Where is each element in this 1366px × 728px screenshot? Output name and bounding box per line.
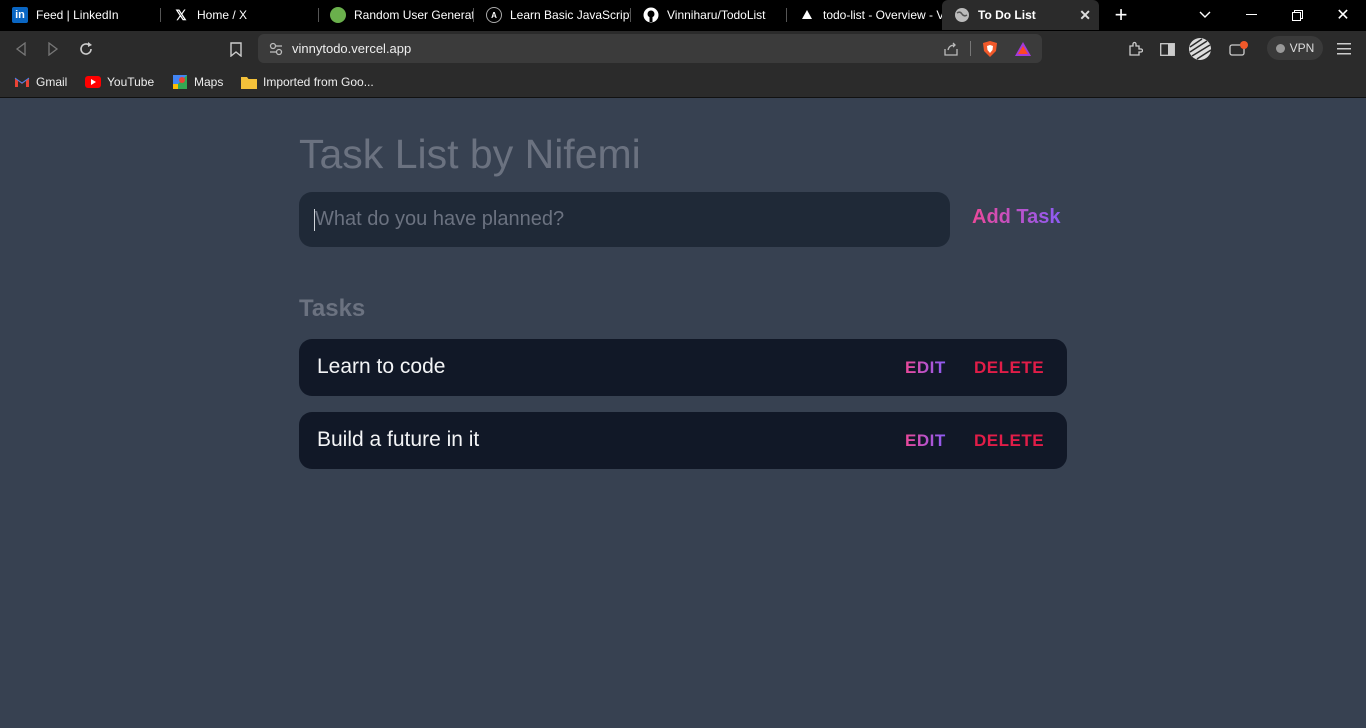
share-icon[interactable] bbox=[942, 40, 960, 58]
menu-button[interactable] bbox=[1331, 36, 1357, 62]
bookmark-youtube[interactable]: YouTube bbox=[85, 72, 154, 92]
bookmark-gmail[interactable]: Gmail bbox=[14, 72, 67, 92]
todo-app-page: Task List by Nifemi Add Task Tasks Learn… bbox=[0, 99, 1366, 728]
task-text: Build a future in it bbox=[317, 428, 480, 451]
linkedin-icon: in bbox=[12, 7, 28, 23]
bookmarks-bar: Gmail YouTube Maps Imported from Goo... bbox=[0, 66, 1366, 98]
striped-circle-icon bbox=[1189, 38, 1212, 60]
back-arrow-icon bbox=[15, 42, 26, 56]
bookmark-label: YouTube bbox=[107, 75, 155, 89]
wallet-button[interactable] bbox=[1226, 36, 1252, 62]
task-text: Learn to code bbox=[317, 355, 446, 378]
close-window-button[interactable]: ✕ bbox=[1320, 0, 1366, 30]
task-item: Build a future in it EDIT DELETE bbox=[299, 412, 1067, 469]
url-text: vinnytodo.vercel.app bbox=[292, 41, 412, 56]
hamburger-menu-icon bbox=[1337, 43, 1351, 55]
task-item: Learn to code EDIT DELETE bbox=[299, 339, 1067, 396]
tab-title: Learn Basic JavaScript bbox=[510, 8, 630, 22]
reload-icon bbox=[80, 42, 92, 55]
reload-button[interactable] bbox=[73, 36, 99, 62]
sidebar-icon bbox=[1159, 42, 1175, 56]
brave-rewards-icon[interactable] bbox=[1014, 40, 1032, 58]
tab-title: Vinniharu/TodoList bbox=[667, 8, 766, 22]
tab-random-user[interactable]: Random User Generat bbox=[318, 0, 473, 30]
new-task-input[interactable] bbox=[299, 192, 950, 247]
vpn-status-icon bbox=[1275, 43, 1285, 53]
text-cursor bbox=[314, 209, 315, 231]
tab-title: todo-list - Overview - V bbox=[823, 8, 942, 22]
x-icon: 𝕏 bbox=[175, 6, 187, 23]
tab-title: Home / X bbox=[197, 8, 248, 22]
js-course-icon: A bbox=[486, 7, 502, 23]
address-bar[interactable]: vinnytodo.vercel.app bbox=[258, 34, 1042, 63]
tab-linkedin[interactable]: in Feed | LinkedIn bbox=[0, 0, 160, 30]
vpn-button[interactable]: VPN bbox=[1267, 36, 1323, 60]
plus-icon: + bbox=[1114, 2, 1128, 27]
close-icon: ✕ bbox=[1336, 7, 1350, 24]
forward-arrow-icon bbox=[48, 42, 59, 56]
tab-todo-list[interactable]: To Do List ✕ bbox=[942, 0, 1099, 30]
new-tab-button[interactable]: + bbox=[1098, 0, 1144, 30]
tab-github[interactable]: Vinniharu/TodoList bbox=[631, 0, 786, 30]
omnibox-divider bbox=[970, 41, 971, 56]
delete-task-button[interactable]: DELETE bbox=[974, 358, 1044, 378]
close-tab-icon[interactable]: ✕ bbox=[1079, 7, 1091, 24]
wallet-icon bbox=[1229, 41, 1248, 56]
minimize-icon bbox=[1245, 14, 1257, 15]
gmail-icon bbox=[14, 75, 30, 89]
globe-icon bbox=[954, 7, 970, 23]
extension-button[interactable] bbox=[1186, 36, 1214, 62]
browser-toolbar: vinnytodo.vercel.app VPN bbox=[0, 31, 1366, 66]
page-title: Task List by Nifemi bbox=[299, 131, 641, 177]
youtube-icon bbox=[85, 75, 101, 89]
bookmark-page-button[interactable] bbox=[223, 36, 249, 62]
chevron-down-icon bbox=[1199, 11, 1211, 18]
bookmark-icon bbox=[230, 41, 242, 57]
tab-x[interactable]: 𝕏 Home / X bbox=[161, 0, 317, 30]
tab-title: Random User Generat bbox=[354, 8, 473, 22]
tab-js-course[interactable]: A Learn Basic JavaScript bbox=[474, 0, 630, 30]
edit-task-button[interactable]: EDIT bbox=[905, 358, 946, 378]
site-settings-icon[interactable] bbox=[268, 41, 284, 57]
tab-title: To Do List bbox=[978, 8, 1036, 22]
bookmark-folder-imported[interactable]: Imported from Goo... bbox=[241, 72, 374, 92]
restore-icon bbox=[1291, 9, 1303, 21]
tab-vercel[interactable]: todo-list - Overview - V bbox=[787, 0, 942, 30]
random-user-icon bbox=[330, 7, 346, 23]
restore-button[interactable] bbox=[1274, 0, 1320, 30]
vpn-label: VPN bbox=[1289, 41, 1315, 55]
tab-title: Feed | LinkedIn bbox=[36, 8, 119, 22]
browser-tab-strip: in Feed | LinkedIn 𝕏 Home / X Random Use… bbox=[0, 0, 1366, 31]
puzzle-icon bbox=[1129, 41, 1143, 56]
bookmark-maps[interactable]: Maps bbox=[172, 72, 223, 92]
minimize-button[interactable] bbox=[1228, 0, 1274, 30]
brave-shields-icon[interactable] bbox=[981, 40, 999, 58]
bookmark-label: Imported from Goo... bbox=[263, 75, 374, 89]
bookmark-label: Gmail bbox=[36, 75, 68, 89]
github-icon bbox=[643, 7, 659, 23]
forward-button[interactable] bbox=[40, 36, 66, 62]
add-task-button[interactable]: Add Task bbox=[972, 206, 1061, 229]
bookmark-label: Maps bbox=[194, 75, 224, 89]
edit-task-button[interactable]: EDIT bbox=[905, 431, 946, 451]
folder-icon bbox=[241, 75, 257, 89]
maps-icon bbox=[172, 75, 188, 89]
tab-search-button[interactable] bbox=[1182, 0, 1228, 30]
back-button[interactable] bbox=[8, 36, 34, 62]
sidebar-button[interactable] bbox=[1154, 36, 1180, 62]
extensions-button[interactable] bbox=[1122, 36, 1148, 62]
vercel-icon bbox=[799, 7, 815, 23]
tasks-heading: Tasks bbox=[299, 295, 366, 322]
delete-task-button[interactable]: DELETE bbox=[974, 431, 1044, 451]
